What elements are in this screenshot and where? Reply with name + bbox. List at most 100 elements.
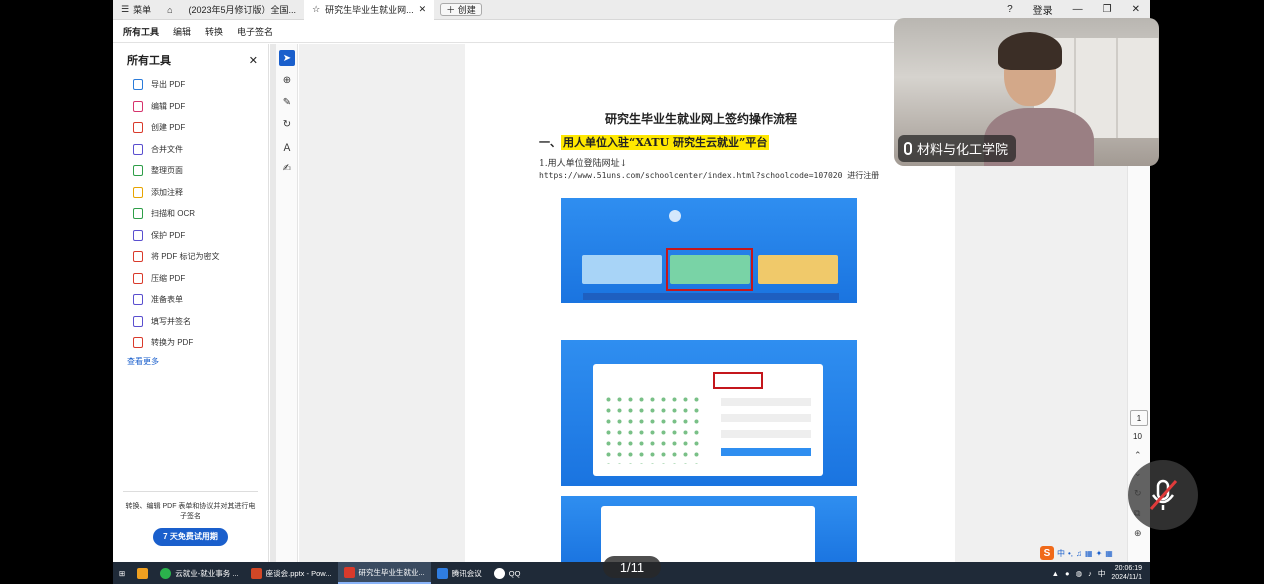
mute-button[interactable] (1128, 460, 1198, 530)
zoom-in-icon[interactable]: ⊕ (1134, 528, 1142, 539)
ime-indicator[interactable]: 中 (1098, 568, 1106, 579)
close-icon[interactable]: ✕ (419, 4, 427, 15)
pdf-icon (343, 566, 355, 578)
taskbar-item[interactable]: 研究生毕业生就业... (337, 562, 431, 584)
participant-label: 材料与化工学院 (898, 135, 1017, 162)
tab-convert[interactable]: 转换 (205, 25, 223, 38)
window-close-icon[interactable]: ✕ (1132, 4, 1140, 15)
tool-label: 保护 PDF (151, 230, 186, 240)
admin-login-box (758, 255, 838, 284)
grid-icon[interactable]: ▦ (1105, 549, 1113, 558)
sogou-icon[interactable]: S (1040, 546, 1054, 560)
page-indicator-pill: 1/11 (603, 556, 661, 578)
lasso-tool-icon[interactable]: ↻ (279, 116, 295, 132)
star-icon[interactable]: ☆ (312, 4, 320, 15)
login-button[interactable]: 登录 (1033, 2, 1053, 17)
free-trial-button[interactable]: 7 天免费试用期 (153, 528, 228, 546)
text-tool-icon[interactable]: Ａ (279, 138, 295, 154)
tool-item[interactable]: 将 PDF 标记为密文 (113, 246, 268, 268)
window-controls: ? 登录 — ❐ ✕ (1007, 2, 1150, 17)
clock[interactable]: 20:06:19 2024/11/1 (1111, 564, 1142, 582)
convert-to-pdf-icon (133, 337, 143, 349)
section-number: 一、 (539, 136, 561, 149)
tool-item[interactable]: 编辑 PDF (113, 96, 268, 118)
page-number-input[interactable]: 1 (1130, 410, 1148, 426)
screenshot-login-portal (561, 198, 857, 303)
help-icon[interactable]: ? (1007, 4, 1013, 15)
new-tab-button[interactable]: ＋ 创建 (440, 3, 482, 16)
tool-item[interactable]: 填写并签名 (113, 311, 268, 333)
network-icon[interactable]: ◍ (1076, 569, 1083, 578)
punct-icon[interactable]: •, (1068, 549, 1073, 558)
start-button[interactable]: ⊞ (113, 562, 131, 584)
browser-icon (160, 567, 172, 579)
ime-language[interactable]: 中 (1057, 548, 1065, 559)
mic-off-icon (1149, 479, 1178, 510)
plus-icon: ＋ (446, 5, 456, 15)
home-tab[interactable]: ⌂ (159, 0, 180, 20)
panel-close-icon[interactable]: ✕ (249, 54, 258, 67)
menu-button[interactable]: ☰ 菜单 (113, 3, 159, 16)
keyboard-icon[interactable]: ▦ (1085, 549, 1093, 558)
screenshot-info-form (561, 496, 857, 566)
participant-hair (998, 32, 1062, 70)
prepare-form-icon (133, 294, 143, 306)
meeting-icon (436, 567, 448, 579)
tool-item[interactable]: 创建 PDF (113, 117, 268, 139)
tool-item[interactable]: 压缩 PDF (113, 268, 268, 290)
select-tool-icon[interactable]: ➤ (279, 50, 295, 66)
tool-label: 转换为 PDF (151, 338, 194, 348)
skin-icon[interactable]: ✦ (1096, 549, 1103, 558)
highlight-frame (666, 248, 753, 291)
pen-tool-icon[interactable]: ✎ (279, 94, 295, 110)
taskbar-pinned[interactable] (131, 562, 154, 584)
tool-item[interactable]: 添加注释 (113, 182, 268, 204)
tool-item[interactable]: 合并文件 (113, 139, 268, 161)
screenshot-register-page (561, 340, 857, 486)
taskbar-item[interactable]: 座谈会.pptx - Pow... (245, 562, 338, 584)
tab-document-1[interactable]: (2023年5月修订版）全国... (181, 0, 305, 20)
taskbar-item[interactable]: QQ (488, 562, 527, 584)
volume-icon[interactable]: ♪ (1088, 569, 1092, 578)
all-tools-panel: 所有工具 ✕ 导出 PDF 编辑 PDF 创建 PDF 合并文件 整理页面 添加… (113, 44, 269, 562)
see-more-link[interactable]: 查看更多 (113, 356, 268, 367)
taskbar-label: 座谈会.pptx - Pow... (265, 568, 332, 578)
tool-item[interactable]: 保护 PDF (113, 225, 268, 247)
student-login-box (582, 255, 662, 284)
tray-icon[interactable]: ▲ (1052, 569, 1059, 578)
combine-files-icon (133, 143, 143, 155)
voice-icon[interactable]: ♫ (1076, 549, 1082, 558)
tool-item[interactable]: 导出 PDF (113, 74, 268, 96)
tool-label: 准备表单 (151, 295, 183, 305)
taskbar-label: 腾讯会议 (451, 568, 482, 578)
form-field (721, 398, 811, 406)
tool-label: 扫描和 OCR (151, 209, 195, 219)
tool-label: 合并文件 (151, 144, 183, 154)
tool-item[interactable]: 转换为 PDF (113, 332, 268, 354)
tab-e-sign[interactable]: 电子签名 (237, 25, 273, 38)
panel-footer: 转换、编辑 PDF 表单和协议并对其进行电子签名 7 天免费试用期 (123, 491, 258, 546)
video-tile[interactable]: 材料与化工学院 (894, 18, 1159, 166)
create-pdf-icon (133, 122, 143, 134)
chevron-up-icon[interactable]: ⌃ (1134, 450, 1142, 461)
tab-document-2[interactable]: ☆ 研究生毕业生就业网... ✕ (304, 0, 435, 20)
edit-pdf-icon (133, 100, 143, 112)
sign-tool-icon[interactable]: ✍ (279, 160, 295, 176)
clock-time: 20:06:19 (1114, 565, 1142, 572)
form-field (721, 430, 811, 438)
tool-label: 编辑 PDF (151, 101, 186, 111)
wechat-icon[interactable]: ● (1065, 569, 1070, 578)
tab-all-tools[interactable]: 所有工具 (123, 25, 159, 38)
taskbar-label: 研究生毕业生就业... (358, 567, 425, 577)
hamburger-icon: ☰ (121, 4, 130, 14)
minimize-icon[interactable]: — (1073, 4, 1083, 15)
taskbar-item[interactable]: 腾讯会议 (431, 562, 488, 584)
tab-edit[interactable]: 编辑 (173, 25, 191, 38)
zoom-tool-icon[interactable]: ⊕ (279, 72, 295, 88)
scan-ocr-icon (133, 208, 143, 220)
taskbar-item[interactable]: 云就业-就业事务 ... (154, 562, 244, 584)
maximize-icon[interactable]: ❐ (1103, 4, 1112, 15)
tool-item[interactable]: 准备表单 (113, 289, 268, 311)
tool-item[interactable]: 扫描和 OCR (113, 203, 268, 225)
tool-item[interactable]: 整理页面 (113, 160, 268, 182)
